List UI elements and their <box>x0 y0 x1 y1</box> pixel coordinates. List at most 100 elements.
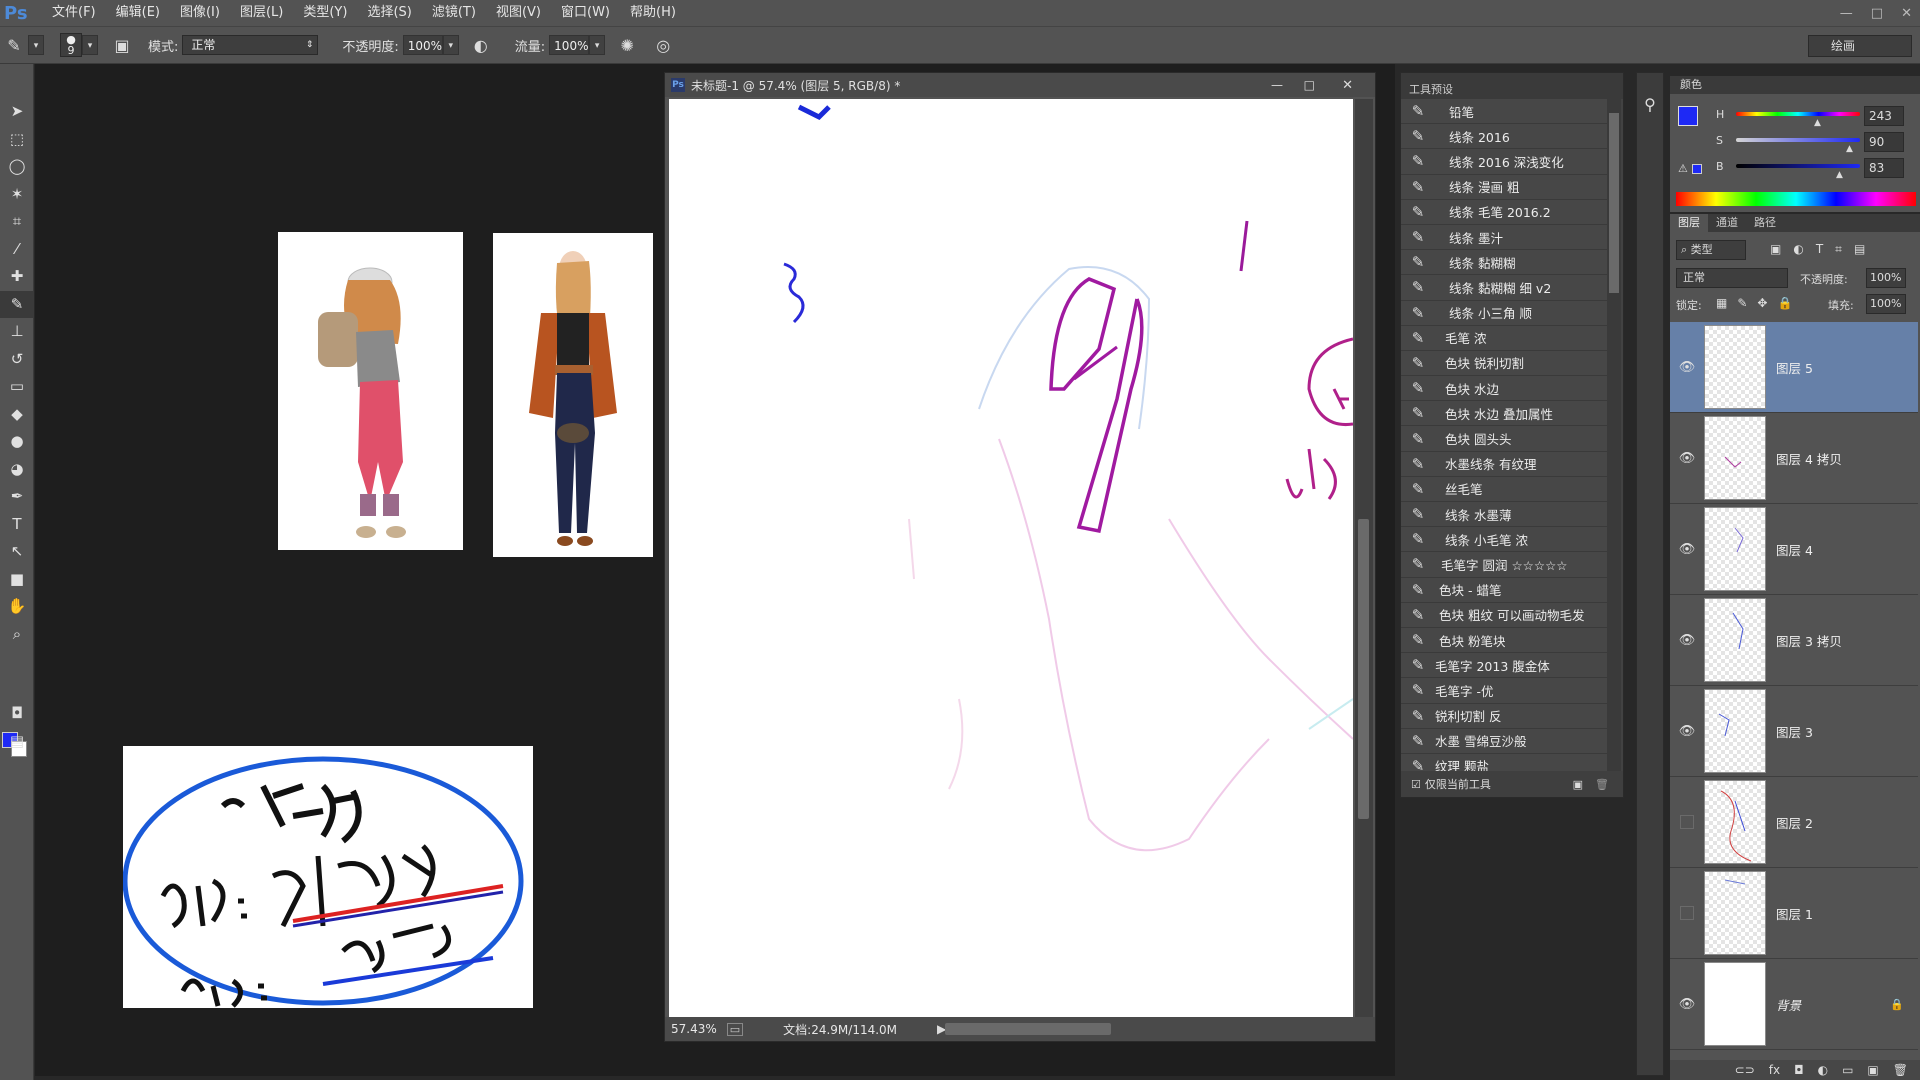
presets-scroll-thumb[interactable] <box>1609 113 1619 293</box>
document-title[interactable]: 未标题-1 @ 57.4% (图层 5, RGB/8) * <box>691 77 900 94</box>
minimize-button[interactable]: — <box>1840 6 1853 21</box>
eye-icon[interactable]: 👁 <box>1670 360 1704 375</box>
hue-input[interactable]: 243 <box>1864 106 1904 126</box>
paint-bucket-tool-icon[interactable]: ◆ <box>0 401 34 429</box>
eye-icon[interactable]: 👁 <box>1670 542 1704 557</box>
menu-layer[interactable]: 图层(L) <box>230 0 293 26</box>
zoom-tool-icon[interactable]: ⌕ <box>0 621 34 649</box>
preset-item[interactable]: ✎ 线条 水墨薄 <box>1401 502 1607 528</box>
preset-item[interactable]: ✎ 色块 水边 <box>1401 376 1607 402</box>
preset-item[interactable]: ✎ 色块 - 蜡笔 <box>1401 577 1607 603</box>
lock-transparency-icon[interactable]: ▦ <box>1716 296 1727 310</box>
preset-item[interactable]: ✎ 色块 圆头头 <box>1401 426 1607 452</box>
blur-tool-icon[interactable]: ● <box>0 428 34 456</box>
adjustment-layer-icon[interactable]: ◐ <box>1818 1060 1828 1080</box>
preset-item[interactable]: ✎ 色块 水边 叠加属性 <box>1401 401 1607 427</box>
marquee-tool-icon[interactable]: ⬚ <box>0 126 34 154</box>
brush-picker-dropdown[interactable]: ▾ <box>82 35 98 55</box>
hue-slider[interactable] <box>1736 112 1860 116</box>
maximize-button[interactable]: □ <box>1871 6 1883 21</box>
layer-blend-mode-select[interactable]: 正常 <box>1676 268 1788 288</box>
filter-pixel-icon[interactable]: ▣ <box>1770 242 1781 257</box>
tool-preset-picker[interactable]: ▾ <box>28 35 44 55</box>
preset-item[interactable]: ✎ 毛笔字 2013 腹金体 <box>1401 653 1607 679</box>
tab-paths[interactable]: 路径 <box>1746 214 1784 232</box>
saturation-slider-thumb-icon[interactable]: ▲ <box>1846 144 1853 154</box>
layer-style-icon[interactable]: fx <box>1769 1060 1780 1080</box>
layer-opacity-input[interactable]: 100% <box>1866 268 1906 288</box>
tab-layers[interactable]: 图层 <box>1670 214 1708 232</box>
eraser-tool-icon[interactable]: ▭ <box>0 373 34 401</box>
brush-tool-icon[interactable]: ✎ <box>0 290 34 318</box>
brush-size-picker[interactable]: ● 9 <box>60 33 82 57</box>
hue-slider-thumb-icon[interactable]: ▲ <box>1814 118 1821 128</box>
vertical-scrollbar[interactable] <box>1355 99 1373 1017</box>
preset-item[interactable]: ✎ 水墨 雪绵豆沙般 <box>1401 728 1607 754</box>
path-selection-tool-icon[interactable]: ↖ <box>0 538 34 566</box>
saturation-input[interactable]: 90 <box>1864 132 1904 152</box>
preset-item[interactable]: ✎ 丝毛笔 <box>1401 476 1607 502</box>
filter-smart-object-icon[interactable]: ▤ <box>1854 242 1865 257</box>
preset-item[interactable]: ✎ 线条 漫画 粗 <box>1401 174 1607 200</box>
preset-item[interactable]: ✎ 线条 黏糊糊 细 v2 <box>1401 275 1607 301</box>
delete-preset-icon[interactable]: 🗑 <box>1595 778 1609 791</box>
rectangle-tool-icon[interactable]: ■ <box>0 566 34 594</box>
menu-filter[interactable]: 滤镜(T) <box>422 0 486 26</box>
type-tool-icon[interactable]: T <box>0 511 34 539</box>
opacity-dropdown[interactable]: ▾ <box>442 35 459 55</box>
layer-row[interactable]: 图层 2 <box>1670 777 1918 868</box>
preset-item[interactable]: ✎ 线条 黏糊糊 <box>1401 250 1607 276</box>
preset-item[interactable]: ✎ 线条 2016 <box>1401 124 1607 150</box>
layer-row[interactable]: 👁 图层 5 <box>1670 322 1918 413</box>
move-tool-icon[interactable]: ➤ <box>0 98 34 126</box>
dodge-tool-icon[interactable]: ◕ <box>0 456 34 484</box>
menu-select[interactable]: 选择(S) <box>357 0 421 26</box>
eyedropper-tool-icon[interactable]: ⁄ <box>0 236 34 264</box>
menu-window[interactable]: 窗口(W) <box>551 0 620 26</box>
screen-mode-icon[interactable]: ▤ <box>0 728 34 756</box>
menu-file[interactable]: 文件(F) <box>42 0 106 26</box>
layer-row[interactable]: 👁 图层 3 拷贝 <box>1670 595 1918 686</box>
web-safe-swatch[interactable] <box>1692 164 1702 174</box>
color-foreground-swatch[interactable] <box>1678 106 1698 126</box>
menu-view[interactable]: 视图(V) <box>486 0 551 26</box>
quick-mask-icon[interactable]: ◘ <box>0 700 34 728</box>
tool-presets-tab[interactable]: 工具预设 <box>1401 81 1623 99</box>
visibility-off-box[interactable] <box>1680 906 1694 920</box>
color-tab[interactable]: 颜色 <box>1670 76 1920 94</box>
preset-item[interactable]: ✎ 毛笔字 圆润 ☆☆☆☆☆ <box>1401 552 1607 578</box>
tab-channels[interactable]: 通道 <box>1708 214 1746 232</box>
menu-help[interactable]: 帮助(H) <box>620 0 686 26</box>
brightness-slider-thumb-icon[interactable]: ▲ <box>1836 170 1843 180</box>
layer-filter-select[interactable]: ⌕ 类型 <box>1676 240 1746 260</box>
add-mask-icon[interactable]: ◘ <box>1794 1060 1804 1080</box>
fill-input[interactable]: 100% <box>1866 294 1906 314</box>
preset-item[interactable]: ✎ 锐利切割 反 <box>1401 703 1607 729</box>
preset-item[interactable]: ✎ 色块 粗纹 可以画动物毛发 <box>1401 602 1607 628</box>
airbrush-icon[interactable]: ✺ <box>613 36 641 55</box>
lasso-tool-icon[interactable]: ◯ <box>0 153 34 181</box>
preset-item[interactable]: ✎ 铅笔 <box>1401 99 1607 125</box>
layer-row[interactable]: 图层 1 <box>1670 868 1918 959</box>
hand-tool-icon[interactable]: ✋ <box>0 593 34 621</box>
new-layer-icon[interactable]: ▣ <box>1867 1060 1878 1080</box>
saturation-slider[interactable] <box>1736 138 1860 142</box>
opacity-input[interactable]: 100% <box>402 35 443 55</box>
preset-item[interactable]: ✎ 毛笔字 -优 <box>1401 678 1607 704</box>
brush-presets-dock-icon[interactable]: ⚲ <box>1637 95 1663 114</box>
eye-icon[interactable]: 👁 <box>1670 633 1704 648</box>
doc-minimize-button[interactable]: — <box>1271 78 1283 92</box>
filter-adjustment-icon[interactable]: ◐ <box>1793 242 1803 257</box>
delete-layer-icon[interactable]: 🗑 <box>1893 1060 1908 1080</box>
filter-type-icon[interactable]: T <box>1816 242 1823 257</box>
brush-tool-icon[interactable]: ✎ <box>0 36 28 55</box>
zoom-level[interactable]: 57.43% <box>671 1022 717 1036</box>
visibility-off-box[interactable] <box>1680 815 1694 829</box>
eye-icon[interactable]: 👁 <box>1670 451 1704 466</box>
workspace-select[interactable]: 绘画 <box>1808 35 1912 57</box>
preset-item[interactable]: ✎ 水墨线条 有纹理 <box>1401 451 1607 477</box>
presets-scrollbar[interactable] <box>1607 99 1621 771</box>
preset-item[interactable]: ✎ 色块 锐利切割 <box>1401 350 1607 377</box>
close-button[interactable]: ✕ <box>1901 6 1912 21</box>
layer-row[interactable]: 👁 图层 4 <box>1670 504 1918 595</box>
